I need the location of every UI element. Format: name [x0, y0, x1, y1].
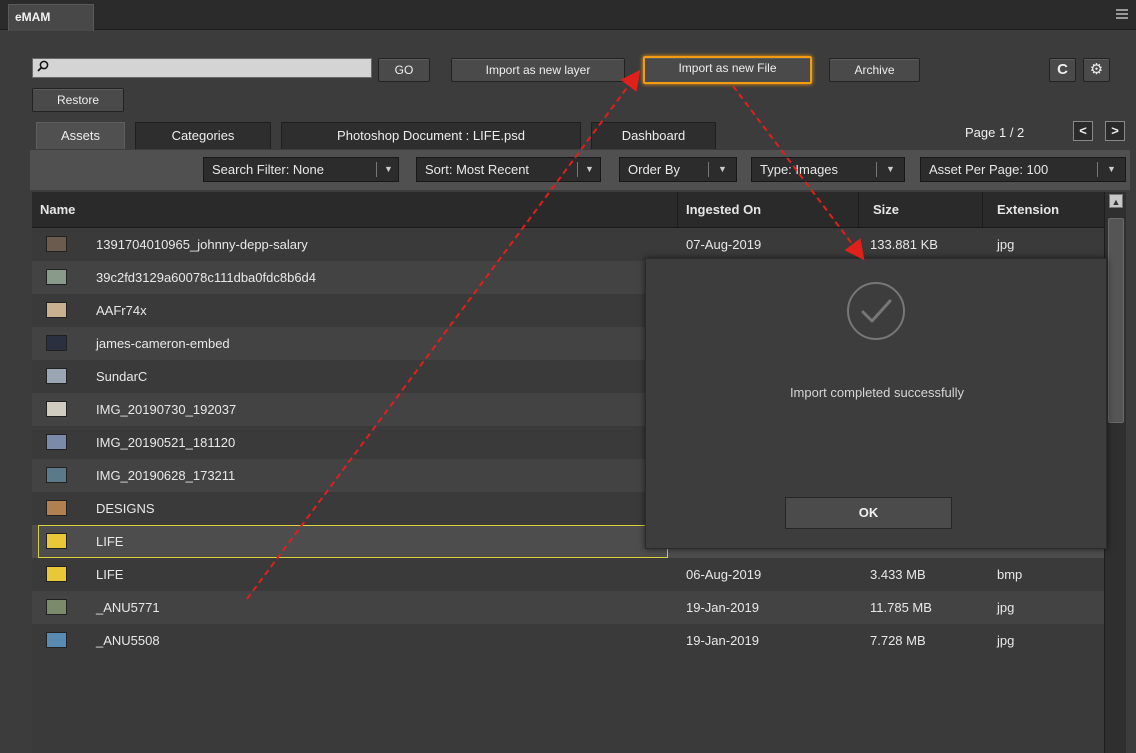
sort-dropdown[interactable]: Sort: Most Recent ▼: [416, 157, 601, 182]
asset-name: IMG_20190628_173211: [96, 468, 236, 483]
settings-gear-icon[interactable]: ⚙: [1083, 58, 1110, 82]
checkmark-circle-icon: [847, 282, 905, 340]
asset-extension: bmp: [997, 567, 1023, 582]
column-divider: [858, 192, 859, 228]
import-as-new-file-button[interactable]: Import as new File: [643, 56, 812, 84]
asset-thumbnail: [46, 434, 67, 450]
table-row[interactable]: LIFE 06-Aug-2019 3.433 MB bmp: [32, 558, 1104, 591]
asset-size: 3.433 MB: [870, 567, 926, 582]
column-header-extension[interactable]: Extension: [989, 192, 1059, 228]
asset-size: 133.881 KB: [870, 237, 938, 252]
asset-per-page-label: Asset Per Page: 100: [929, 162, 1049, 177]
asset-thumbnail: [46, 335, 67, 351]
import-as-new-layer-button[interactable]: Import as new layer: [451, 58, 625, 82]
order-by-dropdown[interactable]: Order By ▼: [619, 157, 737, 182]
chevron-down-icon: ▼: [886, 164, 895, 174]
asset-thumbnail: [46, 302, 67, 318]
dropdown-separator: [708, 162, 709, 177]
dropdown-separator: [1097, 162, 1098, 177]
asset-extension: jpg: [997, 237, 1015, 252]
asset-name: LIFE: [96, 567, 124, 582]
chevron-down-icon: ▼: [1107, 164, 1116, 174]
sort-label: Sort: Most Recent: [425, 162, 530, 177]
table-header: Name Ingested On Size Extension: [32, 192, 1104, 228]
selection-outline: [38, 525, 668, 558]
vertical-scrollbar[interactable]: ▲: [1104, 192, 1126, 753]
asset-name: AAFr74x: [96, 303, 147, 318]
asset-size: 7.728 MB: [870, 633, 926, 648]
asset-per-page-dropdown[interactable]: Asset Per Page: 100 ▼: [920, 157, 1126, 182]
tab-assets[interactable]: Assets: [36, 122, 125, 149]
title-bar: eMAM: [0, 0, 1136, 31]
search-filter-dropdown[interactable]: Search Filter: None ▼: [203, 157, 399, 182]
asset-thumbnail: [46, 401, 67, 417]
asset-thumbnail: [46, 269, 67, 285]
chevron-down-icon: ▼: [585, 164, 594, 174]
column-header-ingested-on[interactable]: Ingested On: [678, 192, 761, 228]
dropdown-separator: [577, 162, 578, 177]
asset-thumbnail: [46, 467, 67, 483]
dropdown-separator: [876, 162, 877, 177]
go-button[interactable]: GO: [378, 58, 430, 82]
order-by-label: Order By: [628, 162, 681, 177]
app-title-tab[interactable]: eMAM: [8, 4, 94, 31]
scroll-thumb[interactable]: [1108, 218, 1124, 423]
asset-ingested-on: 07-Aug-2019: [686, 237, 762, 252]
asset-extension: jpg: [997, 600, 1015, 615]
asset-name: SundarC: [96, 369, 148, 384]
asset-thumbnail: [46, 599, 67, 615]
page-next-button[interactable]: >: [1105, 121, 1125, 141]
asset-thumbnail: [46, 500, 67, 516]
dialog-message: Import completed successfully: [789, 385, 965, 400]
search-filter-label: Search Filter: None: [212, 162, 324, 177]
dropdown-separator: [376, 162, 377, 177]
tab-photoshop-document[interactable]: Photoshop Document : LIFE.psd: [281, 122, 581, 149]
asset-name: IMG_20190730_192037: [96, 402, 237, 417]
tab-categories[interactable]: Categories: [135, 122, 271, 149]
asset-name: 1391704010965_johnny-depp-salary: [96, 237, 308, 252]
asset-name: LIFE: [96, 534, 124, 549]
asset-name: IMG_20190521_181120: [96, 435, 236, 450]
search-icon: [37, 60, 49, 72]
asset-name: DESIGNS: [96, 501, 155, 516]
asset-thumbnail: [46, 236, 67, 252]
hamburger-menu-icon[interactable]: [1116, 9, 1128, 19]
chevron-down-icon: ▼: [384, 164, 393, 174]
import-success-dialog: Import completed successfully OK: [645, 258, 1107, 549]
table-row[interactable]: 1391704010965_johnny-depp-salary 07-Aug-2…: [32, 228, 1104, 261]
refresh-icon[interactable]: C: [1049, 58, 1076, 82]
search-field[interactable]: [32, 58, 372, 78]
tab-dashboard[interactable]: Dashboard: [591, 122, 716, 149]
archive-button[interactable]: Archive: [829, 58, 920, 82]
asset-size: 11.785 MB: [870, 600, 932, 615]
asset-name: _ANU5771: [96, 600, 160, 615]
type-label: Type: Images: [760, 162, 839, 177]
asset-ingested-on: 19-Jan-2019: [686, 633, 759, 648]
scroll-up-arrow-icon[interactable]: ▲: [1109, 194, 1123, 208]
asset-ingested-on: 06-Aug-2019: [686, 567, 762, 582]
asset-name: _ANU5508: [96, 633, 160, 648]
asset-thumbnail: [46, 632, 67, 648]
asset-thumbnail: [46, 566, 67, 582]
column-header-name[interactable]: Name: [32, 192, 75, 228]
column-header-size[interactable]: Size: [865, 192, 899, 228]
column-divider: [982, 192, 983, 228]
search-input[interactable]: [53, 59, 369, 77]
asset-extension: jpg: [997, 633, 1015, 648]
restore-button[interactable]: Restore: [32, 88, 124, 112]
page-indicator: Page 1 / 2: [965, 125, 1025, 140]
asset-thumbnail: [46, 533, 67, 549]
asset-thumbnail: [46, 368, 67, 384]
type-dropdown[interactable]: Type: Images ▼: [751, 157, 905, 182]
ok-button[interactable]: OK: [785, 497, 952, 529]
asset-name: 39c2fd3129a60078c111dba0fdc8b6d4: [96, 270, 317, 285]
page-prev-button[interactable]: <: [1073, 121, 1093, 141]
table-row[interactable]: _ANU5771 19-Jan-2019 11.785 MB jpg: [32, 591, 1104, 624]
table-row[interactable]: _ANU5508 19-Jan-2019 7.728 MB jpg: [32, 624, 1104, 657]
asset-name: james-cameron-embed: [96, 336, 230, 351]
asset-ingested-on: 19-Jan-2019: [686, 600, 759, 615]
chevron-down-icon: ▼: [718, 164, 727, 174]
